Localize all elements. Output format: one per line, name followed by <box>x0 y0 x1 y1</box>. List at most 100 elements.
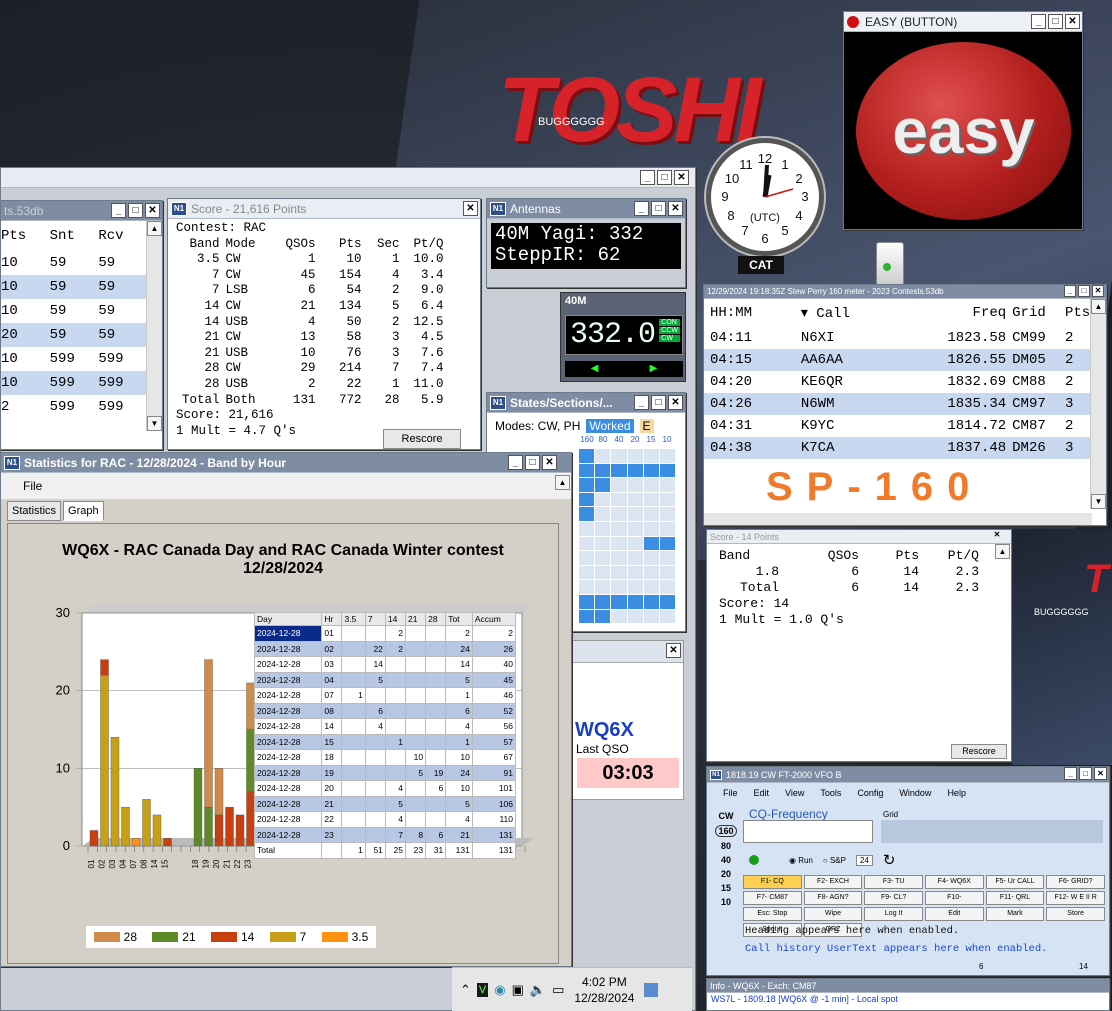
fkey-button[interactable]: Mark <box>985 907 1045 921</box>
minimize-button[interactable]: _ <box>634 395 649 410</box>
state-cell[interactable] <box>611 492 627 507</box>
state-cell[interactable] <box>643 521 659 536</box>
state-cell[interactable] <box>595 449 611 463</box>
speaker-icon[interactable]: 🔈 <box>530 982 546 998</box>
worked-filter[interactable]: Worked <box>586 419 634 433</box>
app-tray-icon[interactable]: V <box>476 982 489 997</box>
state-cell[interactable] <box>611 521 627 536</box>
spin-input[interactable]: 24 <box>855 854 873 866</box>
state-cell[interactable] <box>627 478 643 492</box>
fkey-button[interactable]: Edit <box>925 907 984 921</box>
entry-titlebar[interactable]: N1 1818.19 CW FT-2000 VFO B _ □ ✕ <box>707 767 1109 783</box>
maximize-button[interactable]: □ <box>525 455 540 470</box>
band-button-20[interactable]: 20 <box>715 869 737 879</box>
state-cell[interactable] <box>659 449 675 463</box>
network-globe-icon[interactable]: ◉ <box>494 982 505 998</box>
state-cell[interactable] <box>643 463 659 478</box>
stats-row[interactable]: Total 1 51 25 23 31 131 131 <box>253 842 517 859</box>
stats-row[interactable]: 2024-12-28 21 5 5 106 <box>253 795 517 812</box>
fkey-button[interactable]: F9- CL? <box>864 891 923 905</box>
menu-edit[interactable]: Edit <box>754 788 770 798</box>
state-cell[interactable] <box>659 478 675 492</box>
state-cell[interactable] <box>659 536 675 551</box>
stats-titlebar[interactable]: N1 Statistics for RAC - 12/28/2024 - Band… <box>1 453 571 473</box>
stats-row[interactable]: 2024-12-28 03 14 14 40 <box>253 656 517 673</box>
close-button[interactable]: ✕ <box>666 643 681 658</box>
col-header[interactable]: Snt <box>50 221 99 251</box>
log-left-scrollbar[interactable]: ▲ ▼ <box>146 221 162 431</box>
fkey-button[interactable]: F6- GRID? <box>1046 875 1105 889</box>
state-cell[interactable] <box>643 609 659 624</box>
table-row[interactable]: 10 59 59 <box>1 299 147 323</box>
state-cell[interactable] <box>627 609 643 624</box>
close-button[interactable]: ✕ <box>1092 285 1104 297</box>
state-cell[interactable] <box>579 580 595 594</box>
state-cell[interactable] <box>627 492 643 507</box>
state-cell[interactable] <box>659 492 675 507</box>
band-button-10[interactable]: 10 <box>715 897 737 907</box>
fkey-button[interactable]: Store <box>1046 907 1105 921</box>
close-button[interactable]: ✕ <box>542 455 557 470</box>
tab-graph[interactable]: Graph <box>63 501 104 521</box>
score160-titlebar[interactable]: Score - 14 Points ✕ <box>707 530 1011 544</box>
fkey-button[interactable]: Log It <box>864 907 923 921</box>
maximize-button[interactable]: □ <box>657 170 672 185</box>
col-header[interactable]: Rcv <box>98 221 147 251</box>
table-row[interactable]: 2 599 599 <box>1 395 147 419</box>
stats-scroll[interactable]: ▲ <box>555 475 571 501</box>
state-cell[interactable] <box>643 565 659 580</box>
close-button[interactable]: ✕ <box>1065 14 1080 29</box>
state-cell[interactable] <box>627 507 643 521</box>
menu-tools[interactable]: Tools <box>820 788 841 798</box>
state-cell[interactable] <box>643 551 659 565</box>
col-header[interactable]: Pts <box>1 221 50 251</box>
state-cell[interactable] <box>611 449 627 463</box>
log160-titlebar[interactable]: 12/29/2024 19:18:35Z Stew Perry 160 mete… <box>704 285 1106 299</box>
state-cell[interactable] <box>627 536 643 551</box>
state-cell[interactable] <box>595 551 611 565</box>
drive-icon[interactable] <box>876 242 904 286</box>
state-cell[interactable] <box>659 609 675 624</box>
band-button-160[interactable]: 160 <box>715 825 737 837</box>
state-cell[interactable] <box>659 463 675 478</box>
rotate-right-icon[interactable]: ▶ <box>650 361 658 377</box>
minimize-button[interactable]: _ <box>640 170 655 185</box>
state-cell[interactable] <box>643 492 659 507</box>
menu-window[interactable]: Window <box>899 788 931 798</box>
state-cell[interactable] <box>627 463 643 478</box>
state-cell[interactable] <box>579 449 595 463</box>
stats-row[interactable]: 2024-12-28 08 6 6 52 <box>253 702 517 719</box>
maximize-button[interactable]: □ <box>128 203 143 218</box>
tray-time[interactable]: 4:02 PM <box>574 974 634 990</box>
minimize-button[interactable]: _ <box>111 203 126 218</box>
maximize-button[interactable]: □ <box>651 201 666 216</box>
stats-row[interactable]: 2024-12-28 20 4 6 10 101 <box>253 780 517 797</box>
state-cell[interactable] <box>595 580 611 594</box>
log160-col-header[interactable]: Freq <box>911 299 1007 327</box>
chevron-up-icon[interactable]: ⌃ <box>460 982 471 998</box>
table-row[interactable]: 10 59 59 <box>1 275 147 299</box>
antennas-titlebar[interactable]: N1 Antennas _ □ ✕ <box>487 199 685 219</box>
state-cell[interactable] <box>611 551 627 565</box>
state-cell[interactable] <box>595 609 611 624</box>
menu-config[interactable]: Config <box>857 788 883 798</box>
state-cell[interactable] <box>595 478 611 492</box>
log160-row[interactable]: 04:26 N6WM 1835.34 CM97 3 <box>704 393 1092 415</box>
close-button[interactable]: ✕ <box>145 203 160 218</box>
state-cell[interactable] <box>659 521 675 536</box>
menu-file[interactable]: File <box>723 788 738 798</box>
stats-row[interactable]: 2024-12-28 23 7 8 6 21 131 <box>253 826 517 843</box>
state-cell[interactable] <box>659 507 675 521</box>
state-cell[interactable] <box>627 565 643 580</box>
tab-statistics[interactable]: Statistics <box>7 501 62 521</box>
band-button-80[interactable]: 80 <box>715 841 737 851</box>
rotor-con-button[interactable]: CON <box>659 319 680 326</box>
rotate-left-icon[interactable]: ◀ <box>591 361 599 377</box>
fkey-button[interactable]: F4- WQ6X <box>925 875 984 889</box>
stats-row[interactable]: 2024-12-28 22 4 4 110 <box>253 811 517 828</box>
state-cell[interactable] <box>659 580 675 594</box>
state-cell[interactable] <box>643 507 659 521</box>
run-radio[interactable]: ◉ Run <box>789 856 813 865</box>
fkey-button[interactable]: F3- TU <box>864 875 923 889</box>
stats-row[interactable]: 2024-12-28 04 5 5 45 <box>253 671 517 688</box>
